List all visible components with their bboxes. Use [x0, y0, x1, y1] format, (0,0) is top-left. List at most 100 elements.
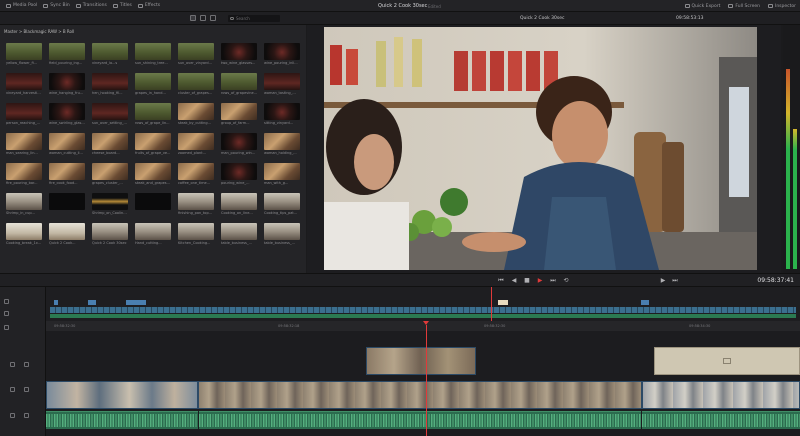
full-screen-tool[interactable]: Full Screen [728, 4, 760, 9]
media-clip[interactable]: grapes_cluster_... [92, 163, 128, 186]
audio-clip[interactable] [46, 411, 198, 429]
media-clip[interactable]: sitting_vinyard... [264, 103, 300, 126]
video-clip[interactable] [366, 347, 476, 375]
overview-timeline[interactable] [46, 287, 800, 321]
media-clip[interactable]: cluster_of_grapes... [178, 73, 214, 96]
list-view-icon[interactable] [200, 15, 206, 21]
overview-playhead[interactable] [491, 287, 492, 321]
media-pool-tool[interactable]: Media Pool [6, 3, 37, 8]
media-clip[interactable]: table_business_... [221, 223, 257, 246]
video-track-2-eye-icon[interactable] [24, 362, 29, 367]
media-clip[interactable]: woman_tasting_... [264, 73, 300, 96]
sort-icon[interactable] [210, 15, 216, 21]
search-input[interactable]: Search [228, 15, 280, 22]
breadcrumb[interactable]: Master > Blackmagic RAW > B Roll [4, 29, 74, 34]
media-clip[interactable]: group_of_farm... [221, 103, 257, 126]
video-clip[interactable] [198, 381, 642, 409]
sync-bin-tool[interactable]: Sync Bin [43, 3, 70, 8]
stop-icon[interactable]: ■ [524, 277, 530, 284]
timeline-playhead[interactable] [426, 325, 427, 436]
clip-label: table_business_... [264, 241, 295, 245]
media-clip[interactable]: zoomed_plant... [178, 133, 214, 156]
media-clip[interactable]: rows_of_grape_lin... [135, 103, 171, 126]
clip-label: vineyard_harvesting... [6, 91, 42, 95]
clip-thumbnail [92, 223, 128, 240]
media-clip[interactable]: field_pouring_ing... [49, 43, 85, 66]
audio-track-lock-icon[interactable] [10, 413, 15, 418]
media-clip[interactable]: Cooking_break_1x... [6, 223, 42, 246]
snap-icon[interactable] [4, 299, 9, 304]
jump-start-icon[interactable]: ⏮ [498, 277, 504, 284]
media-clip[interactable]: finishing_pan_top... [178, 193, 214, 216]
media-clip[interactable] [49, 193, 85, 216]
settings-icon[interactable] [4, 325, 9, 330]
titles-tool[interactable]: Titles [112, 3, 132, 8]
media-clip[interactable]: woman_cutting_lin... [49, 133, 85, 156]
video-clip[interactable] [642, 381, 800, 409]
media-clip[interactable]: wine_swirling_glas... [49, 103, 85, 126]
media-clip[interactable]: hen_hooking_fil... [92, 73, 128, 96]
video-track-2-lock-icon[interactable] [10, 362, 15, 367]
play-reverse-icon[interactable]: ◀ [511, 277, 517, 284]
media-clip[interactable]: man_searing_lin... [6, 133, 42, 156]
media-clip[interactable]: cheese_board... [92, 133, 128, 156]
media-clip[interactable]: person_reaching_... [6, 103, 42, 126]
audio-clip[interactable] [642, 411, 800, 429]
media-clip[interactable]: man_pouring_wine... [221, 133, 257, 156]
clip-label: wine_pouring_inli... [264, 61, 298, 65]
transitions-tool[interactable]: Transitions [75, 3, 107, 8]
inspector-tool[interactable]: Inspector [768, 4, 796, 9]
media-clip[interactable]: sun_shining_tree... [135, 43, 171, 66]
media-clip[interactable]: Quick 2 Cook 30sec [92, 223, 128, 246]
media-clip[interactable]: sun_over_vinyard... [178, 43, 214, 66]
media-clip[interactable]: Cooking_tips_pat... [264, 193, 300, 216]
effects-tool[interactable]: Effects [137, 3, 160, 8]
media-clip[interactable]: vineyard_harvesting... [6, 73, 42, 96]
media-clip[interactable]: steak_and_grapes... [135, 163, 171, 186]
edited-status: Edited [428, 3, 441, 9]
media-clip[interactable]: Quick 2 Cook... [49, 223, 85, 246]
audio-clip[interactable] [199, 411, 641, 429]
media-clip[interactable]: grapes_in_hand... [135, 73, 171, 96]
media-clip[interactable]: Kitchen_Cooking... [178, 223, 214, 246]
media-clip[interactable]: Cooking_on_line... [221, 193, 257, 216]
video-clip[interactable] [46, 381, 198, 409]
quick-export-tool[interactable]: Quick Export [684, 4, 720, 9]
media-clip[interactable]: rows_of_grapevine... [221, 73, 257, 96]
media-clip[interactable]: Shrimp_in_cup... [6, 193, 42, 216]
video-track-1-eye-icon[interactable] [24, 387, 29, 392]
video-track-1-lock-icon[interactable] [10, 387, 15, 392]
media-clip[interactable]: table_business_... [264, 223, 300, 246]
media-clip[interactable]: fire_pouring_bar... [6, 163, 42, 186]
jump-end-icon[interactable]: ⏭ [550, 277, 556, 284]
loop-icon[interactable]: ⟲ [563, 277, 569, 284]
clip-label: fire_cook_food... [49, 181, 78, 185]
media-clip[interactable]: woman_holding_... [264, 133, 300, 156]
media-clip[interactable]: Shrimp_on_Cooling... [92, 193, 128, 216]
media-clip[interactable]: vineyard_lo...s [92, 43, 128, 66]
clip-label: Shrimp_in_cup... [6, 211, 35, 215]
play-icon[interactable]: ▶ [537, 277, 543, 284]
media-clip[interactable]: pouring_wine_... [221, 163, 257, 186]
video-clip[interactable] [654, 347, 800, 375]
thumbnail-view-icon[interactable] [190, 15, 196, 21]
media-clip[interactable]: Hand_cutting... [135, 223, 171, 246]
viewer-timeline-title[interactable]: Quick 2 Cook 30sec [520, 16, 564, 21]
audio-track-mute-icon[interactable] [24, 413, 29, 418]
next-frame-icon[interactable]: ▶ [660, 277, 666, 284]
media-clip[interactable]: wine_pouring_inli... [264, 43, 300, 66]
media-clip[interactable] [135, 193, 171, 216]
link-icon[interactable] [4, 311, 9, 316]
media-clip[interactable]: man_with_g... [264, 163, 300, 186]
media-clip[interactable]: fire_cook_food... [49, 163, 85, 186]
media-clip[interactable]: coffee_one_time... [178, 163, 214, 186]
media-clip[interactable]: fruits_of_grape_ve... [135, 133, 171, 156]
media-clip[interactable]: two_wine_glasses... [221, 43, 257, 66]
media-clip[interactable]: sun_over_setting_v... [92, 103, 128, 126]
media-clip[interactable]: steak_by_cutting... [178, 103, 214, 126]
media-clip[interactable]: yellow_flower_fi... [6, 43, 42, 66]
media-clip[interactable]: wine_hanging_fru... [49, 73, 85, 96]
last-frame-icon[interactable]: ⏭ [672, 277, 678, 284]
video-frame[interactable] [324, 27, 757, 270]
clip-thumbnail [264, 193, 300, 210]
